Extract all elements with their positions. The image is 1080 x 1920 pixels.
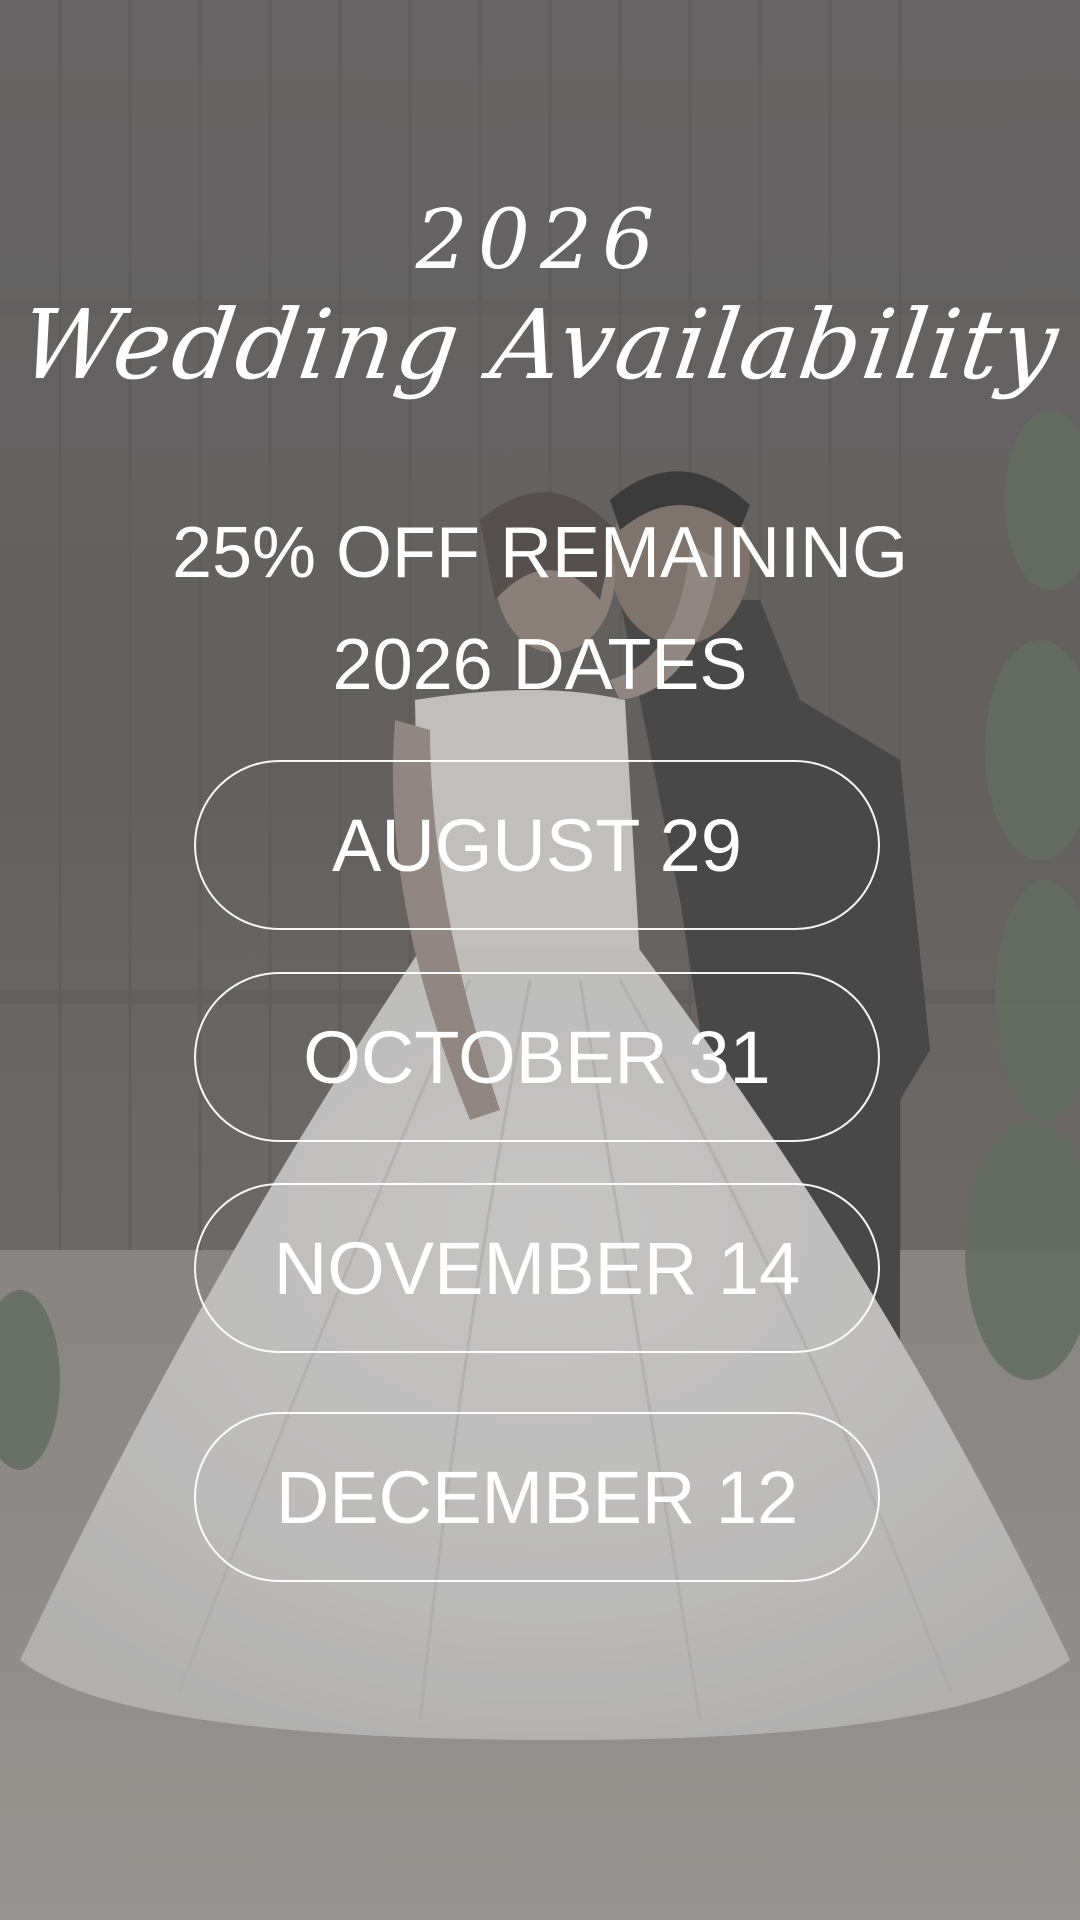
- year-heading: 2026: [415, 193, 665, 288]
- promo-line-2: 2026 DATES: [332, 625, 748, 705]
- tint-overlay: [0, 0, 1080, 1920]
- date-button-december-12[interactable]: DECEMBER 12: [194, 1412, 880, 1582]
- date-button-august-29[interactable]: AUGUST 29: [194, 760, 880, 930]
- page-title: Wedding Availability: [13, 289, 1067, 401]
- promo-line-1: 25% OFF REMAINING: [171, 513, 909, 593]
- date-button-october-31[interactable]: OCTOBER 31: [194, 972, 880, 1142]
- date-button-november-14[interactable]: NOVEMBER 14: [194, 1183, 880, 1353]
- promo-text: 25% OFF REMAINING 2026 DATES: [0, 497, 1080, 721]
